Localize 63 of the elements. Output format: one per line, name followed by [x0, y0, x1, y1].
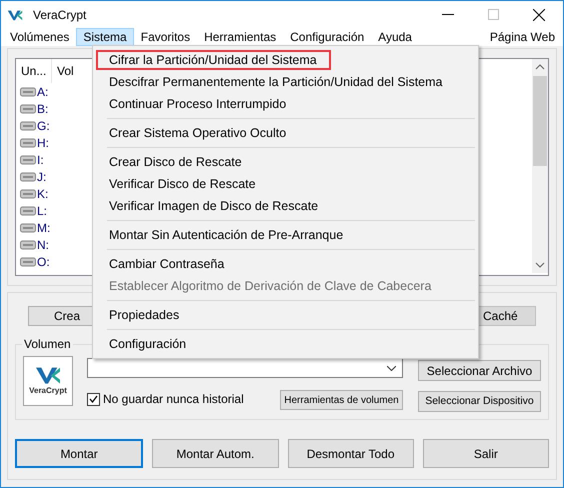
drive-letter[interactable]: A:: [37, 82, 48, 100]
drive-icon: [20, 154, 36, 164]
dropdown-item[interactable]: Verificar Imagen de Disco de Rescate: [96, 196, 332, 216]
dropdown-item[interactable]: Configuración: [96, 334, 200, 354]
checkbox[interactable]: [87, 392, 100, 406]
menu-item[interactable]: Herramientas: [197, 28, 284, 46]
dropdown-item[interactable]: Montar Sin Autenticación de Pre-Arranque: [96, 225, 358, 245]
action-button[interactable]: Montar: [15, 439, 144, 468]
dropdown-item[interactable]: Verificar Disco de Rescate: [96, 174, 270, 194]
action-button[interactable]: Desmontar Todo: [288, 439, 414, 468]
drive-letter[interactable]: K:: [37, 184, 48, 202]
column-header[interactable]: Vol: [52, 59, 74, 83]
web-link[interactable]: Página Web: [482, 28, 563, 46]
scrollbar[interactable]: [532, 59, 548, 273]
dropdown-item[interactable]: Continuar Proceso Interrumpido: [96, 94, 300, 114]
dropdown-caret-icon: [387, 366, 396, 370]
column-header[interactable]: Un...: [16, 59, 52, 83]
dropdown-item[interactable]: Cifrar la Partición/Unidad del Sistema: [96, 50, 331, 70]
logo-text: VeraCrypt: [29, 385, 67, 397]
dropdown-item[interactable]: Crear Disco de Rescate: [96, 152, 256, 172]
drive-letter[interactable]: N:: [37, 236, 49, 254]
drive-icon: [20, 240, 36, 250]
drive-icon: [20, 104, 36, 114]
menu-item[interactable]: Sistema: [76, 28, 134, 46]
drive-letter[interactable]: H:: [37, 134, 49, 152]
check-icon: [89, 395, 98, 403]
drive-letter[interactable]: O:: [37, 252, 50, 270]
menu-item[interactable]: Ayuda: [371, 28, 419, 46]
logo-icon: [7, 8, 23, 20]
action-button[interactable]: Montar Autom.: [152, 439, 278, 468]
logo-icon: [33, 365, 63, 385]
drive-icon: [20, 120, 36, 130]
dropdown-item[interactable]: Cambiar Contraseña: [96, 254, 238, 274]
drive-icon: [20, 256, 36, 266]
drive-letter[interactable]: L:: [37, 202, 48, 220]
drive-letter[interactable]: G:: [37, 116, 50, 134]
drive-icon: [20, 222, 36, 232]
drive-letter[interactable]: B:: [37, 100, 48, 118]
action-button[interactable]: Salir: [422, 439, 549, 468]
drive-icon: [20, 172, 36, 182]
drive-icon: [20, 86, 36, 96]
minimize-icon[interactable]: [442, 14, 454, 16]
volume-tools-button[interactable]: Herramientas de volumen: [280, 390, 403, 410]
group-label: Volumen: [22, 337, 73, 351]
menu-item[interactable]: Favoritos: [134, 28, 198, 46]
drive-letter[interactable]: M:: [37, 218, 50, 236]
drive-icon: [20, 206, 36, 216]
create-button[interactable]: Crea: [28, 306, 93, 326]
dropdown-item[interactable]: Crear Sistema Operativo Oculto: [96, 123, 300, 143]
menu-item[interactable]: Configuración: [283, 28, 372, 46]
select-device-button[interactable]: Seleccionar Dispositivo: [418, 391, 541, 412]
drive-letter[interactable]: J:: [37, 168, 46, 186]
close-icon[interactable]: [533, 8, 545, 20]
drive-letter[interactable]: I:: [37, 150, 44, 168]
window-title: VeraCrypt: [33, 6, 86, 24]
checkbox-label[interactable]: No guardar nunca historial: [103, 390, 244, 408]
dropdown-item[interactable]: Descifrar Permanentemente la Partición/Unidad del Sistema: [96, 72, 456, 92]
drive-icon: [20, 188, 36, 198]
dropdown-item[interactable]: Propiedades: [96, 305, 194, 325]
menu-item[interactable]: Volúmenes: [3, 28, 76, 46]
drive-icon: [20, 138, 36, 148]
select-file-button[interactable]: Seleccionar Archivo: [418, 360, 541, 381]
volume-path-field[interactable]: [87, 358, 403, 378]
